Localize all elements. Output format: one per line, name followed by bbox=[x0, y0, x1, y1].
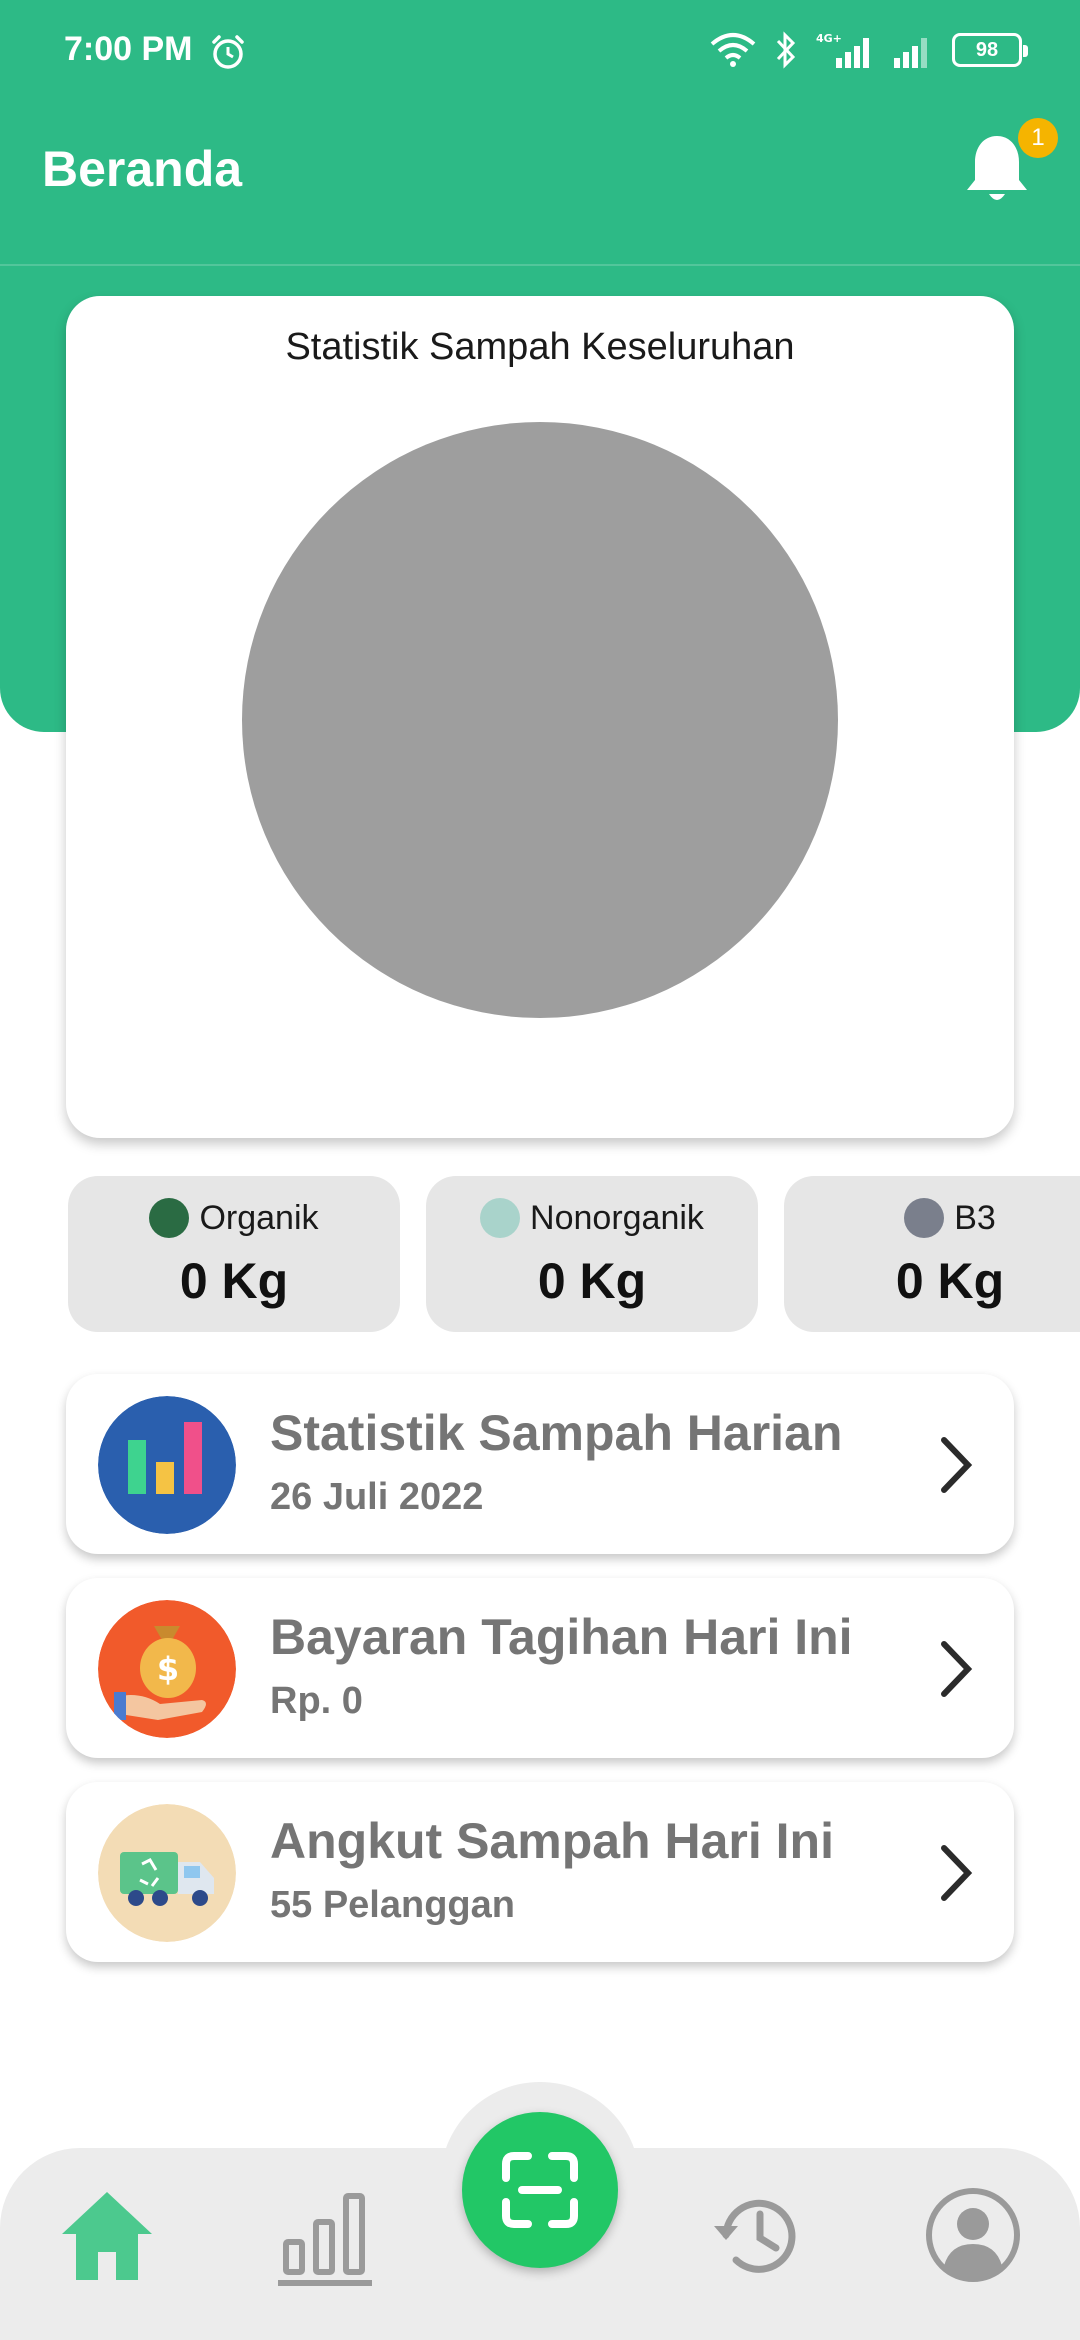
list-title: Bayaran Tagihan Hari Ini bbox=[270, 1609, 853, 1665]
status-icons: 4G+ 98 bbox=[708, 28, 1028, 72]
alarm-icon bbox=[212, 35, 244, 69]
chip-label: B3 bbox=[954, 1198, 996, 1237]
nonorganik-color-dot bbox=[480, 1198, 521, 1238]
signal-4g-icon: 4G+ bbox=[816, 32, 869, 68]
status-time: 7:00 PM bbox=[64, 30, 193, 68]
chip-value: 0 Kg bbox=[179, 1253, 289, 1309]
scan-icon bbox=[502, 2152, 578, 2228]
list-title: Statistik Sampah Harian bbox=[270, 1405, 843, 1461]
garbage-truck-icon bbox=[98, 1804, 236, 1942]
category-chips: Organik 0 Kg Nonorganik 0 Kg B3 0 Kg bbox=[0, 1176, 1080, 1336]
stats-card-title: Statistik Sampah Keseluruhan bbox=[285, 326, 795, 368]
chevron-right-icon bbox=[941, 1437, 973, 1493]
list-subtitle: 55 Pelanggan bbox=[270, 1884, 515, 1926]
chip-value: 0 Kg bbox=[895, 1253, 1005, 1309]
chip-organik[interactable]: Organik 0 Kg bbox=[68, 1176, 400, 1332]
money-bag-icon: $ bbox=[98, 1600, 236, 1738]
b3-color-dot bbox=[904, 1198, 945, 1238]
wifi-icon bbox=[710, 33, 756, 67]
home-icon[interactable] bbox=[52, 2180, 162, 2290]
organik-color-dot bbox=[149, 1198, 190, 1238]
chip-nonorganik[interactable]: Nonorganik 0 Kg bbox=[426, 1176, 758, 1332]
chip-label: Organik bbox=[199, 1198, 319, 1237]
pie-chart bbox=[242, 422, 838, 1018]
notification-badge: 1 bbox=[1018, 118, 1058, 158]
chevron-right-icon bbox=[941, 1845, 973, 1901]
bar-chart-icon bbox=[98, 1396, 236, 1534]
chevron-right-icon bbox=[941, 1641, 973, 1697]
list-subtitle: Rp. 0 bbox=[270, 1680, 363, 1722]
scan-button[interactable] bbox=[462, 2112, 618, 2268]
svg-text:4G+: 4G+ bbox=[816, 32, 842, 45]
status-bar: 7:00 PM 4G+ 98 bbox=[0, 0, 1080, 100]
battery-level: 98 bbox=[975, 38, 999, 61]
statistics-icon[interactable] bbox=[270, 2180, 380, 2290]
header-divider bbox=[0, 264, 1080, 266]
bluetooth-icon bbox=[776, 31, 796, 69]
chip-label: Nonorganik bbox=[530, 1198, 704, 1237]
garbage-pickup-card[interactable]: Angkut Sampah Hari Ini 55 Pelanggan bbox=[66, 1782, 1014, 1962]
page-title: Beranda bbox=[42, 141, 243, 197]
chip-value: 0 Kg bbox=[537, 1253, 647, 1309]
svg-text:$: $ bbox=[157, 1650, 179, 1688]
signal-icon bbox=[894, 38, 927, 68]
bill-payment-card[interactable]: $ Bayaran Tagihan Hari Ini Rp. 0 bbox=[66, 1578, 1014, 1758]
list-title: Angkut Sampah Hari Ini bbox=[270, 1813, 834, 1869]
profile-icon[interactable] bbox=[918, 2180, 1028, 2290]
list-subtitle: 26 Juli 2022 bbox=[270, 1476, 484, 1518]
chip-b3[interactable]: B3 0 Kg bbox=[784, 1176, 1080, 1332]
battery-icon: 98 bbox=[952, 33, 1028, 67]
daily-stats-card[interactable]: Statistik Sampah Harian 26 Juli 2022 bbox=[66, 1374, 1014, 1554]
history-icon[interactable] bbox=[702, 2180, 812, 2290]
overall-stats-card: Statistik Sampah Keseluruhan bbox=[66, 296, 1014, 1138]
